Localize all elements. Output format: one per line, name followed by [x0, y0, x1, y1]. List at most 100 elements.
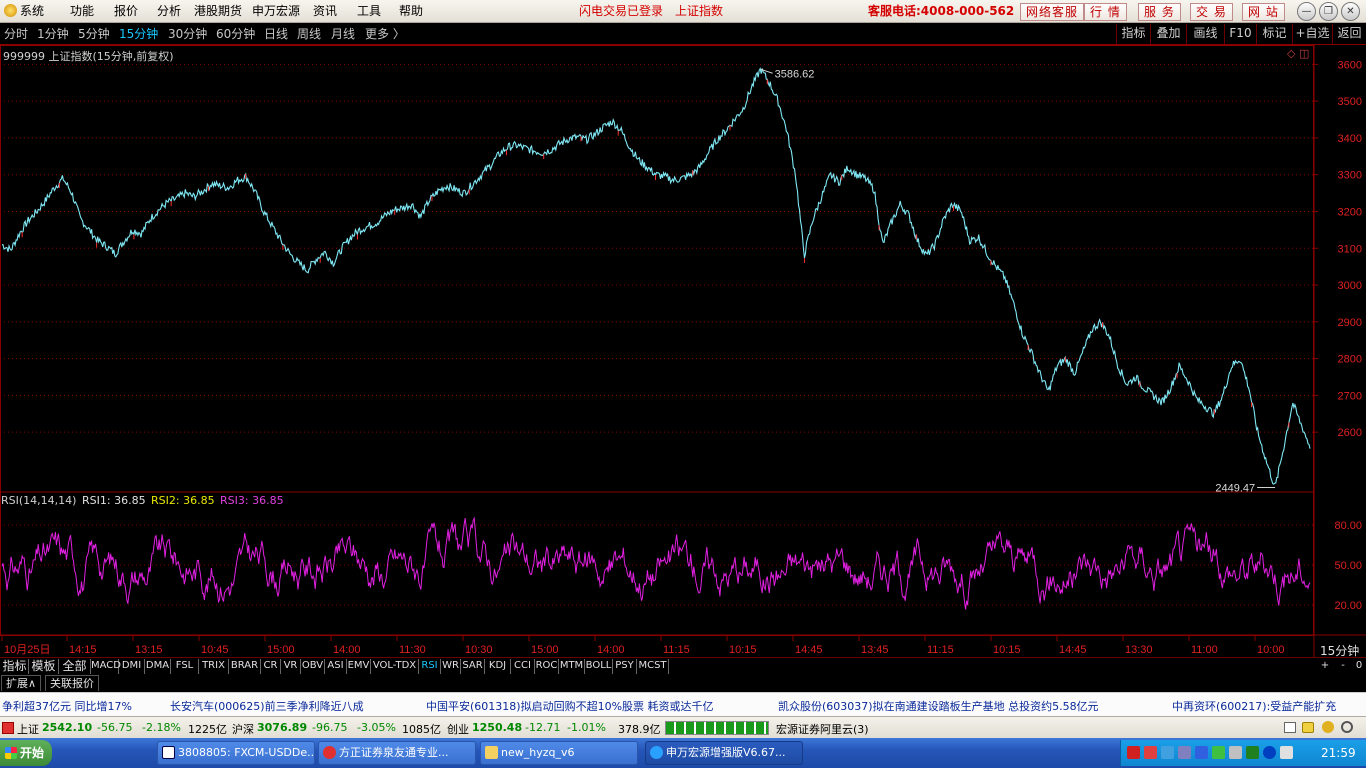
bluetooth-icon[interactable]	[1263, 746, 1276, 759]
indicator-tab-obv[interactable]: OBV	[301, 659, 325, 674]
bell-icon[interactable]	[1322, 721, 1334, 733]
sz-value: 3076.89	[257, 721, 308, 734]
server-name[interactable]: 宏源证券阿里云(3)	[776, 721, 869, 737]
overlay-tool-button[interactable]: 叠加	[1150, 24, 1186, 44]
zoom-icon[interactable]	[1341, 721, 1353, 733]
period-60min[interactable]: 60分钟	[216, 27, 255, 41]
chart-area[interactable]: 3600 3500 3400 3300 3200 3100 3000 2900 2800 2700…	[0, 45, 1366, 658]
tray-airplane-icon[interactable]	[1144, 746, 1157, 759]
news-item[interactable]: 争利超37亿元 同比增17%	[2, 698, 132, 714]
menu-system[interactable]: 系统	[4, 3, 44, 19]
indicator-tab-dmi[interactable]: DMI	[119, 659, 145, 674]
indicator-tool-button[interactable]: 指标	[1116, 24, 1150, 44]
back-button[interactable]: 返回	[1332, 24, 1366, 44]
indicator-tab-psy[interactable]: PSY	[613, 659, 637, 674]
indicator-tab-rsi[interactable]: RSI	[419, 659, 441, 674]
period-daily[interactable]: 日线	[264, 27, 288, 41]
trade-button[interactable]: 交 易	[1190, 3, 1233, 21]
menu-help[interactable]: 帮助	[399, 3, 423, 19]
time-tick-label: 13:45	[861, 644, 889, 656]
indicator-tab-vol-tdx[interactable]: VOL-TDX	[371, 659, 419, 674]
menu-analysis[interactable]: 分析	[157, 3, 181, 19]
reset-button[interactable]: 0	[1352, 659, 1366, 674]
draw-line-tool-button[interactable]: 画线	[1186, 24, 1224, 44]
related-quote-tab[interactable]: 关联报价	[45, 675, 99, 691]
indicator-tab-cci[interactable]: CCI	[511, 659, 535, 674]
period-intraday[interactable]: 分时	[4, 27, 28, 41]
sz-name[interactable]: 沪深	[232, 721, 254, 737]
indicator-tab-kdj[interactable]: KDJ	[485, 659, 511, 674]
f10-button[interactable]: F10	[1224, 24, 1256, 44]
indicator-tab-wr[interactable]: WR	[441, 659, 461, 674]
indicator-tab-asi[interactable]: ASI	[325, 659, 347, 674]
indicator-tab-vr[interactable]: VR	[281, 659, 301, 674]
sh-name[interactable]: 上证	[17, 721, 39, 737]
indicator-tab-roc[interactable]: ROC	[535, 659, 559, 674]
flash-trade-login-status[interactable]: 闪电交易已登录	[579, 3, 663, 19]
news-ticker[interactable]: 争利超37亿元 同比增17% 长安汽车(000625)前三季净利降近八成 中国平…	[0, 692, 1366, 716]
start-button[interactable]: 开始	[0, 740, 52, 766]
indicator-tab-fsl[interactable]: FSL	[171, 659, 199, 674]
indicator-tab-dma[interactable]: DMA	[145, 659, 171, 674]
layout-icon[interactable]	[1284, 722, 1296, 733]
menu-quote[interactable]: 报价	[114, 3, 138, 19]
indicator-tab-mcst[interactable]: MCST	[637, 659, 669, 674]
tray-gear-icon[interactable]	[1178, 746, 1191, 759]
tray-app-icon[interactable]	[1195, 746, 1208, 759]
period-30min[interactable]: 30分钟	[168, 27, 207, 41]
period-1min[interactable]: 1分钟	[37, 27, 69, 41]
indicator-tab-sar[interactable]: SAR	[461, 659, 485, 674]
indicator-tab-boll[interactable]: BOLL	[585, 659, 613, 674]
tray-speaker-icon[interactable]	[1229, 746, 1242, 759]
task-founder[interactable]: 方正证券泉友通专业...	[318, 741, 476, 765]
indicator-tab-mtm[interactable]: MTM	[559, 659, 585, 674]
period-more[interactable]: 更多 〉	[365, 27, 405, 41]
news-item[interactable]: 中再资环(600217):受益产能扩充	[1172, 698, 1336, 714]
indicator-tab-cr[interactable]: CR	[261, 659, 281, 674]
lock-icon[interactable]	[1302, 722, 1314, 733]
period-monthly[interactable]: 月线	[331, 27, 355, 41]
expand-tab[interactable]: 扩展∧	[1, 675, 42, 691]
indicator-tab-emv[interactable]: EMV	[347, 659, 371, 674]
period-5min[interactable]: 5分钟	[78, 27, 110, 41]
menu-function[interactable]: 功能	[70, 3, 94, 19]
task-fxcm[interactable]: 3808805: FXCM-USDDe...	[157, 741, 315, 765]
mark-button[interactable]: 标记	[1256, 24, 1292, 44]
chart-option-icons[interactable]: ◇ ◫	[1287, 47, 1309, 60]
market-button[interactable]: 行 情	[1084, 3, 1127, 21]
kline-chart[interactable]: 3600 3500 3400 3300 3200 3100 3000 2900 2800 2700…	[0, 45, 1366, 657]
close-icon[interactable]: ✕	[1341, 2, 1360, 21]
website-button[interactable]: 网 站	[1242, 3, 1285, 21]
zoom-out-button[interactable]: -	[1336, 659, 1350, 674]
service-button[interactable]: 服 务	[1138, 3, 1181, 21]
indicator-tab-全部[interactable]: 全部	[59, 659, 91, 674]
indicator-tab-trix[interactable]: TRIX	[199, 659, 229, 674]
cy-name[interactable]: 创业	[447, 721, 469, 737]
news-item[interactable]: 凯众股份(603037)拟在南通建设踏板生产基地 总投资约5.58亿元	[778, 698, 1099, 714]
menu-hk-futures[interactable]: 港股期货	[194, 3, 242, 19]
tray-volume-icon[interactable]	[1280, 746, 1293, 759]
add-watchlist-button[interactable]: +自选	[1292, 24, 1332, 44]
task-folder[interactable]: new_hyzq_v6	[480, 741, 638, 765]
period-weekly[interactable]: 周线	[297, 27, 321, 41]
indicator-tab-指标[interactable]: 指标	[1, 659, 29, 674]
tray-security-icon[interactable]	[1212, 746, 1225, 759]
zoom-in-button[interactable]: +	[1318, 659, 1332, 674]
tray-network-icon[interactable]	[1161, 746, 1174, 759]
period-15min[interactable]: 15分钟	[119, 27, 158, 41]
news-item[interactable]: 中国平安(601318)拟启动回购不超10%股票 耗资或达千亿	[426, 698, 714, 714]
restore-icon[interactable]: ❐	[1319, 2, 1338, 21]
task-swhy[interactable]: 申万宏源增强版V6.67...	[645, 741, 803, 765]
status-indicator-icon	[2, 722, 14, 734]
indicator-tab-模板[interactable]: 模板	[29, 659, 59, 674]
online-service-button[interactable]: 网络客服	[1020, 3, 1085, 21]
news-item[interactable]: 长安汽车(000625)前三季净利降近八成	[170, 698, 364, 714]
menu-swhy[interactable]: 申万宏源	[252, 3, 300, 19]
tray-monitor-icon[interactable]	[1246, 746, 1259, 759]
tray-m-icon[interactable]	[1127, 746, 1140, 759]
indicator-tab-brar[interactable]: BRAR	[229, 659, 261, 674]
menu-news[interactable]: 资讯	[313, 3, 337, 19]
indicator-tab-macd[interactable]: MACD	[91, 659, 121, 674]
minimize-icon[interactable]: —	[1297, 2, 1316, 21]
menu-tools[interactable]: 工具	[357, 3, 381, 19]
